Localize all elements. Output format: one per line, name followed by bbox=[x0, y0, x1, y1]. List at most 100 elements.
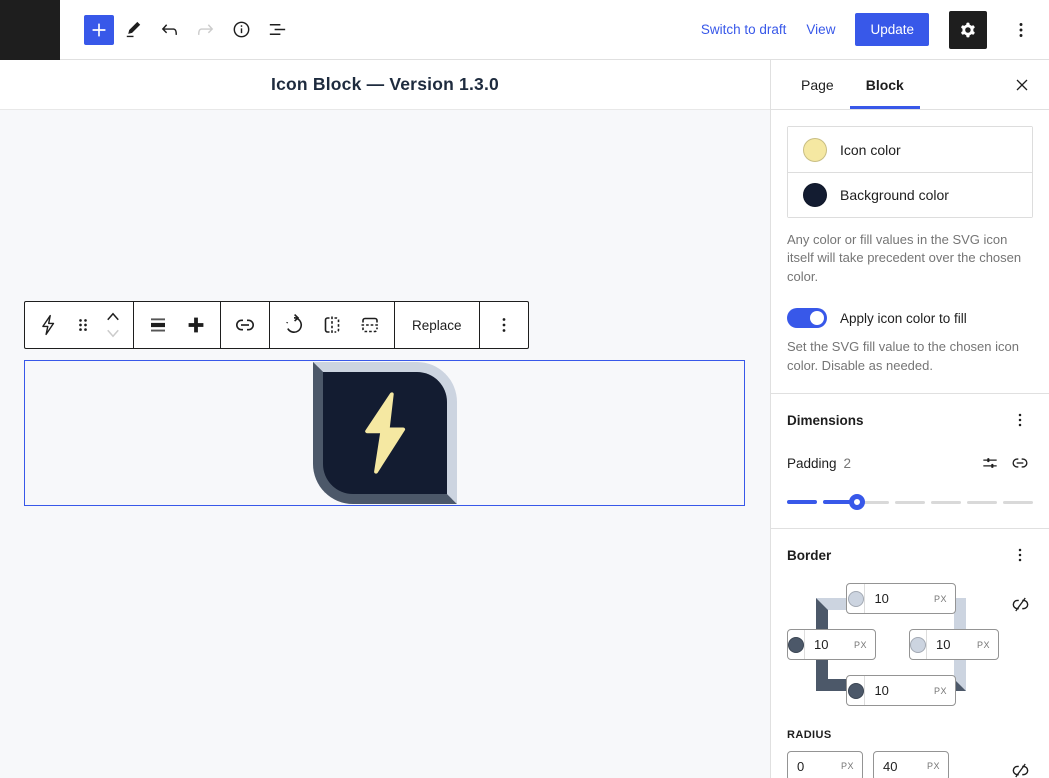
border-right-color-button[interactable] bbox=[910, 630, 927, 659]
tab-page[interactable]: Page bbox=[785, 60, 850, 109]
padding-slider[interactable] bbox=[787, 494, 1033, 510]
border-options-button[interactable] bbox=[1007, 542, 1033, 568]
border-section: Border PX bbox=[771, 528, 1049, 778]
slider-segment[interactable] bbox=[1003, 501, 1033, 504]
radius-unlink-button[interactable] bbox=[1007, 757, 1033, 778]
block-mover bbox=[98, 307, 128, 343]
flip-horizontal-icon bbox=[320, 313, 344, 337]
radius-grid: PX PX PX PX bbox=[787, 751, 1033, 778]
canvas-body[interactable]: Replace bbox=[0, 110, 770, 778]
move-up-button[interactable] bbox=[99, 307, 127, 325]
list-view-icon bbox=[266, 18, 289, 41]
drag-handle-icon bbox=[73, 315, 93, 335]
block-switcher-button[interactable] bbox=[30, 302, 68, 348]
view-link[interactable]: View bbox=[806, 22, 835, 37]
workspace: Icon Block — Version 1.3.0 bbox=[0, 60, 1049, 778]
border-top-color-swatch bbox=[848, 591, 864, 607]
switch-to-draft-link[interactable]: Switch to draft bbox=[701, 22, 787, 37]
site-logo-button[interactable] bbox=[0, 0, 60, 60]
flip-vertical-button[interactable] bbox=[351, 302, 389, 348]
replace-button[interactable]: Replace bbox=[400, 302, 474, 348]
slider-segment[interactable] bbox=[931, 501, 961, 504]
radius-top-left-group: PX bbox=[787, 751, 863, 778]
border-bottom-color-button[interactable] bbox=[847, 676, 865, 705]
fill-toggle-label: Apply icon color to fill bbox=[840, 311, 967, 326]
block-inserter-button[interactable] bbox=[84, 15, 114, 45]
border-top-input-group: PX bbox=[846, 583, 956, 614]
color-help-text: Any color or fill values in the SVG icon… bbox=[787, 231, 1033, 286]
close-sidebar-button[interactable] bbox=[1005, 68, 1039, 102]
fill-toggle-help-text: Set the SVG fill value to the chosen ico… bbox=[787, 338, 1033, 375]
editor-topbar: Switch to draft View Update bbox=[0, 0, 1049, 60]
border-unlink-button[interactable] bbox=[1007, 591, 1033, 617]
update-button[interactable]: Update bbox=[855, 13, 929, 46]
dimensions-title: Dimensions bbox=[787, 413, 864, 428]
flip-horizontal-button[interactable] bbox=[313, 302, 351, 348]
apply-fill-toggle[interactable] bbox=[787, 308, 827, 328]
close-icon bbox=[1012, 75, 1032, 95]
pencil-icon bbox=[122, 18, 145, 41]
tab-block[interactable]: Block bbox=[850, 60, 920, 109]
link-sides-button[interactable] bbox=[1007, 450, 1033, 476]
border-left-color-button[interactable] bbox=[788, 630, 805, 659]
padding-value: 2 bbox=[844, 456, 852, 471]
link-icon bbox=[233, 313, 257, 337]
border-top-color-button[interactable] bbox=[847, 584, 865, 613]
border-right-color-swatch bbox=[910, 637, 926, 653]
align-center-icon bbox=[146, 313, 170, 337]
border-left-unit: PX bbox=[854, 640, 875, 650]
block-toolbar: Replace bbox=[24, 301, 529, 349]
move-down-button[interactable] bbox=[99, 325, 127, 343]
chevron-down-icon bbox=[104, 327, 122, 341]
background-color-row[interactable]: Background color bbox=[788, 172, 1032, 217]
alignment-matrix-button[interactable] bbox=[177, 302, 215, 348]
dimensions-section: Dimensions Padding 2 bbox=[771, 393, 1049, 528]
redo-button[interactable] bbox=[188, 10, 222, 50]
radius-top-left-input[interactable] bbox=[788, 759, 841, 774]
dimensions-options-button[interactable] bbox=[1007, 407, 1033, 433]
custom-size-button[interactable] bbox=[977, 450, 1003, 476]
radius-unit: PX bbox=[841, 761, 862, 771]
options-menu-button[interactable] bbox=[1007, 11, 1035, 49]
edit-mode-button[interactable] bbox=[116, 10, 150, 50]
border-top-width-input[interactable] bbox=[865, 591, 934, 606]
slider-segment[interactable] bbox=[967, 501, 997, 504]
editor-canvas: Icon Block — Version 1.3.0 bbox=[0, 60, 770, 778]
lightning-bolt-icon bbox=[356, 391, 414, 475]
border-left-width-input[interactable] bbox=[805, 637, 854, 652]
topbar-actions: Switch to draft View Update bbox=[701, 11, 1049, 49]
align-button[interactable] bbox=[139, 302, 177, 348]
slider-segment[interactable] bbox=[787, 500, 817, 504]
dimensions-header: Dimensions bbox=[787, 408, 1033, 432]
link-button[interactable] bbox=[226, 302, 264, 348]
kebab-icon bbox=[1010, 410, 1030, 430]
drag-handle[interactable] bbox=[68, 302, 98, 348]
chevron-up-icon bbox=[104, 309, 122, 323]
radius-controls: PX PX PX PX bbox=[787, 751, 1033, 778]
background-color-label: Background color bbox=[840, 187, 949, 203]
list-view-button[interactable] bbox=[260, 10, 294, 50]
settings-button[interactable] bbox=[949, 11, 987, 49]
border-top-unit: PX bbox=[934, 594, 955, 604]
slider-segment[interactable] bbox=[895, 501, 925, 504]
unlink-icon bbox=[1010, 760, 1031, 778]
gear-icon bbox=[957, 19, 979, 41]
border-bottom-width-input[interactable] bbox=[865, 683, 934, 698]
document-title-bar: Icon Block — Version 1.3.0 bbox=[0, 60, 770, 110]
icon-block[interactable] bbox=[313, 362, 457, 504]
block-options-button[interactable] bbox=[485, 302, 523, 348]
info-icon bbox=[230, 18, 253, 41]
toolbar-group-transform bbox=[270, 302, 395, 348]
slider-knob[interactable] bbox=[849, 494, 865, 510]
details-button[interactable] bbox=[224, 10, 258, 50]
border-right-width-input[interactable] bbox=[927, 637, 977, 652]
rotate-button[interactable] bbox=[275, 302, 313, 348]
padding-controls bbox=[977, 450, 1033, 476]
radius-unit: PX bbox=[927, 761, 948, 771]
undo-button[interactable] bbox=[152, 10, 186, 50]
radius-top-right-input[interactable] bbox=[874, 759, 927, 774]
border-right-unit: PX bbox=[977, 640, 998, 650]
sidebar-tabs: Page Block bbox=[771, 60, 1049, 110]
icon-color-row[interactable]: Icon color bbox=[788, 127, 1032, 172]
selected-block[interactable] bbox=[24, 360, 745, 506]
